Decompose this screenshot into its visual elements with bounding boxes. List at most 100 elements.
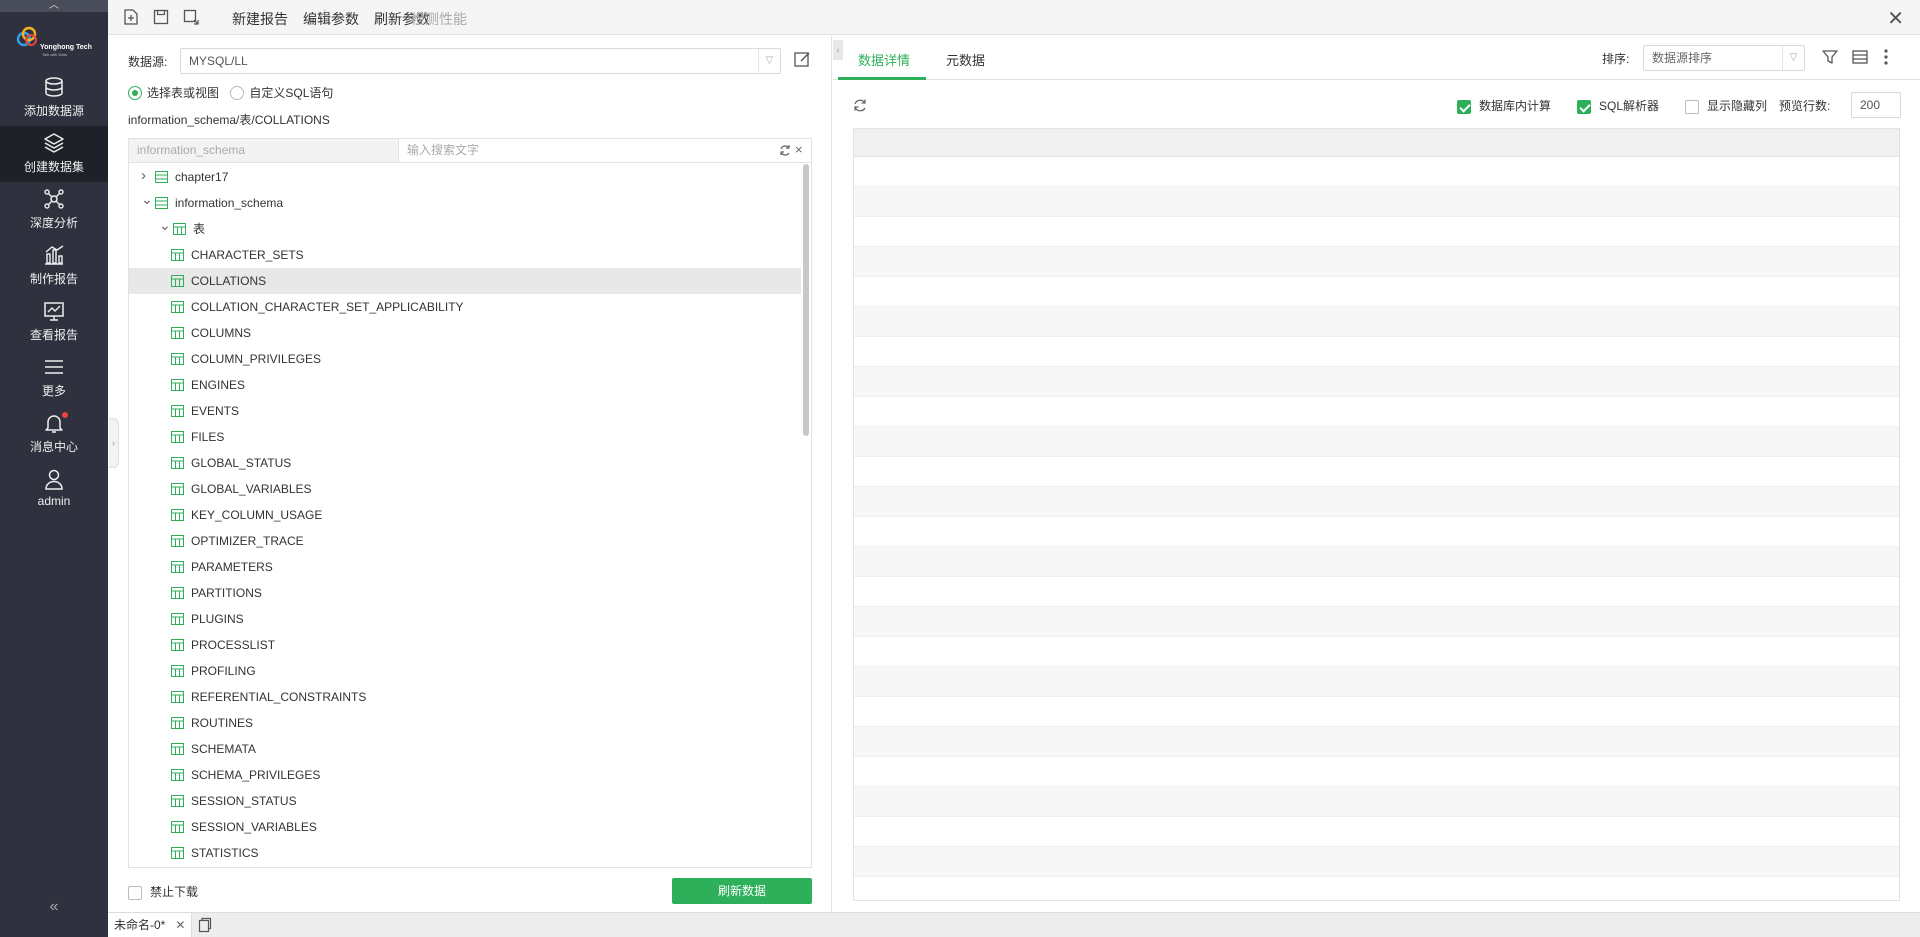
- nav-user[interactable]: admin: [0, 462, 108, 518]
- tree-table-item[interactable]: COLUMNS: [129, 320, 801, 346]
- refresh-icon[interactable]: [779, 144, 791, 156]
- tree-table-item[interactable]: KEY_COLUMN_USAGE: [129, 502, 801, 528]
- report-tab[interactable]: 未命名-0* ✕: [108, 913, 193, 937]
- tree-table-item[interactable]: ENGINES: [129, 372, 801, 398]
- db-compute-label: 数据库内计算: [1479, 99, 1552, 113]
- filter-icon[interactable]: [1821, 48, 1839, 66]
- sort-select[interactable]: 数据源排序 ▽: [1643, 45, 1805, 71]
- tree-table-item[interactable]: ROUTINES: [129, 710, 801, 736]
- tree-table-item[interactable]: PLUGINS: [129, 606, 801, 632]
- sort-label: 排序:: [1602, 52, 1630, 66]
- tree-table-item[interactable]: SESSION_VARIABLES: [129, 814, 801, 840]
- tree-table-item[interactable]: COLLATION_CHARACTER_SET_APPLICABILITY: [129, 294, 801, 320]
- tree-table-item[interactable]: PARTITIONS: [129, 580, 801, 606]
- tree-item-label: KEY_COLUMN_USAGE: [191, 508, 323, 522]
- tree-table-item[interactable]: PROCESSLIST: [129, 632, 801, 658]
- tree-table-item[interactable]: REFERENTIAL_CONSTRAINTS: [129, 684, 801, 710]
- tab-data-detail[interactable]: 数据详情: [858, 50, 910, 69]
- tree-table-item[interactable]: SESSION_STATUS: [129, 788, 801, 814]
- collapse-sidebar-icon[interactable]: «: [0, 898, 108, 916]
- tree-table-item[interactable]: COLUMN_PRIVILEGES: [129, 346, 801, 372]
- show-hidden-checkbox[interactable]: [1685, 99, 1699, 114]
- tree-folder-item[interactable]: ⌄ 表: [129, 216, 801, 242]
- chevron-down-icon[interactable]: ⌄: [141, 186, 153, 212]
- close-icon[interactable]: ✕: [1887, 6, 1904, 31]
- tree-table-item[interactable]: COLLATIONS: [129, 268, 801, 294]
- table-icon: [171, 769, 184, 781]
- collapse-left-icon[interactable]: ‹: [833, 40, 843, 60]
- more-vertical-icon[interactable]: [1883, 48, 1889, 66]
- table-icon: [171, 353, 184, 365]
- nav-label: 查看报告: [29, 328, 78, 342]
- tree-table-item[interactable]: GLOBAL_STATUS: [129, 450, 801, 476]
- sort-value: 数据源排序: [1652, 51, 1713, 65]
- tree-table-item[interactable]: EVENTS: [129, 398, 801, 424]
- tree-table-item[interactable]: SCHEMATA: [129, 736, 801, 762]
- nav-message-center[interactable]: 消息中心: [0, 406, 108, 462]
- nav-create-dataset[interactable]: 创建数据集: [0, 126, 108, 182]
- no-download-label: 禁止下载: [150, 885, 199, 899]
- nav-more[interactable]: 更多: [0, 350, 108, 406]
- grid-row: [854, 757, 1899, 787]
- radio-label: 自定义SQL语句: [249, 86, 334, 100]
- tree-database-item[interactable]: › chapter17: [129, 164, 801, 190]
- tree-table-item[interactable]: STATISTICS: [129, 840, 801, 866]
- nav-make-report[interactable]: 制作报告: [0, 238, 108, 294]
- refresh-data-button[interactable]: 刷新数据: [672, 878, 812, 904]
- table-icon: [171, 535, 184, 547]
- grid-row: [854, 877, 1899, 900]
- edit-icon[interactable]: [793, 50, 811, 68]
- panel-resize-handle[interactable]: ›: [109, 418, 119, 468]
- tree-table-item[interactable]: CHARACTER_SETS: [129, 242, 801, 268]
- nav-view-report[interactable]: 查看报告: [0, 294, 108, 350]
- save-as-icon[interactable]: [182, 8, 200, 26]
- grid-row: [854, 787, 1899, 817]
- close-tab-icon[interactable]: ✕: [175, 918, 185, 932]
- radio-select-table[interactable]: [128, 85, 142, 100]
- grid-row: [854, 277, 1899, 307]
- check-performance-button[interactable]: 检测性能: [411, 9, 467, 29]
- data-preview-panel: ‹ 数据详情 元数据 排序: 数据源排序 ▽ 数据库内计算 SQL解析器 显示隐…: [833, 36, 1920, 912]
- radio-custom-sql[interactable]: [230, 85, 245, 100]
- grid-row: [854, 457, 1899, 487]
- clear-icon[interactable]: ×: [795, 142, 803, 157]
- tree-table-item[interactable]: PROFILING: [129, 658, 801, 684]
- tree-table-item[interactable]: GLOBAL_VARIABLES: [129, 476, 801, 502]
- preview-rows-input[interactable]: 200: [1851, 92, 1901, 118]
- tree-table-item[interactable]: FILES: [129, 424, 801, 450]
- tree-database-filter[interactable]: information_schema: [129, 139, 399, 162]
- tree-database-item[interactable]: ⌄ information_schema: [129, 190, 801, 216]
- chevron-up-icon[interactable]: ︿: [0, 0, 108, 12]
- table-icon: [171, 847, 184, 859]
- radio-label: 选择表或视图: [147, 86, 220, 100]
- tree-table-item[interactable]: PARAMETERS: [129, 554, 801, 580]
- new-report-button[interactable]: 新建报告: [232, 9, 288, 29]
- tree-table-item[interactable]: OPTIMIZER_TRACE: [129, 528, 801, 554]
- table-icon: [171, 717, 184, 729]
- nav-add-datasource[interactable]: 添加数据源: [0, 70, 108, 126]
- db-compute-checkbox[interactable]: [1457, 99, 1471, 114]
- edit-params-button[interactable]: 编辑参数: [303, 9, 359, 29]
- no-download-checkbox[interactable]: [128, 885, 142, 900]
- chevron-down-icon[interactable]: ⌄: [159, 212, 171, 238]
- save-icon[interactable]: [152, 8, 170, 26]
- tab-metadata[interactable]: 元数据: [946, 50, 985, 69]
- sync-icon[interactable]: [853, 98, 867, 112]
- tree-item-label: 表: [193, 222, 206, 236]
- table-icon: [171, 821, 184, 833]
- tree-search-input[interactable]: 输入搜索文字: [399, 139, 759, 162]
- logo-tagline: Talk with Data: [42, 52, 67, 57]
- nav-deep-analysis[interactable]: 深度分析: [0, 182, 108, 238]
- columns-icon[interactable]: [1851, 48, 1869, 66]
- datasource-label: 数据源:: [128, 55, 168, 69]
- copy-tab-icon[interactable]: [198, 917, 212, 933]
- datasource-select[interactable]: MYSQL/LL ▽: [180, 48, 781, 74]
- grid-row: [854, 397, 1899, 427]
- nav-label: 制作报告: [29, 272, 78, 286]
- grid-row: [854, 637, 1899, 667]
- tree-item-label: PROFILING: [191, 664, 256, 678]
- new-file-icon[interactable]: [122, 8, 140, 26]
- sql-parser-checkbox[interactable]: [1577, 99, 1591, 114]
- tree-table-item[interactable]: SCHEMA_PRIVILEGES: [129, 762, 801, 788]
- tree-scrollbar[interactable]: [803, 164, 809, 436]
